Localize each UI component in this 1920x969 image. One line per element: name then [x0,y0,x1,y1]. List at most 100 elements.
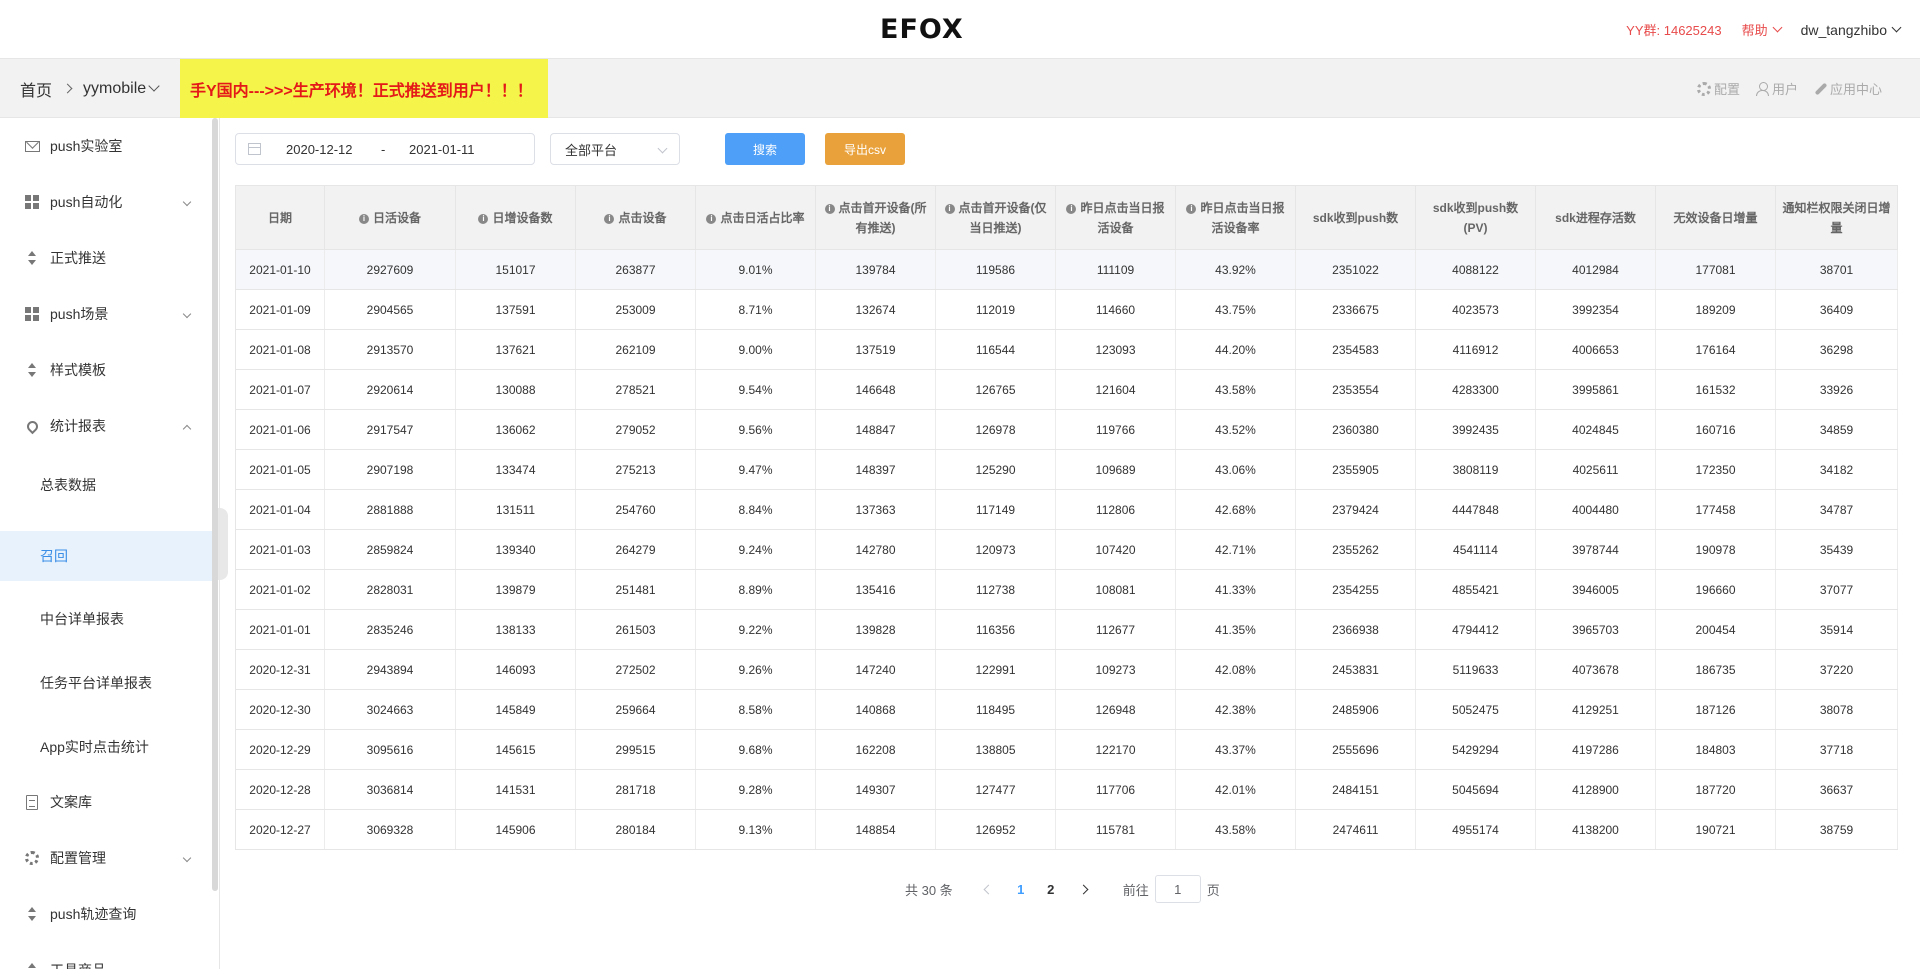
table-cell: 118495 [935,689,1056,730]
sidebar-item-push-automation[interactable]: push自动化 [0,174,212,230]
table-cell: 2021-01-07 [235,369,325,410]
table-row: 2021-01-05 2907198 133474 275213 9.47% 148397… [235,449,1898,490]
table-cell: 261503 [575,609,696,650]
table-cell: 9.28% [695,769,816,810]
sidebar-subitem-task-platform-report[interactable]: 任务平台详单报表 [0,658,212,708]
table-cell: 130088 [455,369,576,410]
column-header-label: sdk进程存活数 [1555,210,1636,225]
table-cell: 2021-01-09 [235,289,325,330]
date-separator: - [381,141,386,157]
table-cell: 3069328 [324,809,456,850]
pagination-total: 共 30 条 [905,882,953,898]
table-body: 2021-01-10 2927609 151017 263877 9.01% 139784… [235,249,1898,850]
table-cell: 8.84% [695,489,816,530]
table-cell: 147240 [815,649,936,690]
table-cell: 272502 [575,649,696,690]
sidebar-item-formal-push[interactable]: 正式推送 [0,230,212,286]
app-center-link[interactable]: 应用中心 [1814,79,1882,98]
chevron-down-icon [182,853,192,863]
table-cell: 36409 [1775,289,1898,330]
page-2-button[interactable]: 2 [1036,882,1066,897]
goto-page-input[interactable] [1154,875,1201,903]
sort-icon [24,962,40,969]
export-csv-button[interactable]: 导出csv [825,133,905,165]
grid-icon [24,194,40,210]
table-cell: 117149 [935,489,1056,530]
user-dropdown[interactable]: dw_tangzhibo [1801,22,1902,38]
table-cell: 2021-01-10 [235,249,325,290]
sidebar-subitem-middle-platform-report[interactable]: 中台详单报表 [0,594,212,644]
sidebar-item-tool-goods[interactable]: 工具商品 [0,942,212,969]
table-row: 2020-12-28 3036814 141531 281718 9.28% 149307… [235,769,1898,810]
column-header-label: 通知栏权限关闭日增量 [1782,200,1891,235]
sidebar-item-copy-library[interactable]: 文案库 [0,774,212,830]
table-cell: 116356 [935,609,1056,650]
user-link[interactable]: 用户 [1755,79,1798,98]
chevron-left-icon[interactable] [983,884,994,894]
table-cell: 9.26% [695,649,816,690]
sidebar-item-label: 文案库 [50,794,92,810]
sidebar-subitem-recall[interactable]: 召回 [0,531,212,581]
date-start-input[interactable]: 2020-12-12 [286,142,353,157]
platform-select[interactable]: 全部平台 [550,133,680,165]
info-icon[interactable]: i [358,213,369,224]
table-cell: 281718 [575,769,696,810]
table-cell: 2920614 [324,369,456,410]
date-range-picker[interactable]: 2020-12-12 - 2021-01-11 [235,133,535,165]
table-cell: 41.35% [1175,609,1296,650]
info-icon[interactable]: i [604,213,615,224]
breadcrumb-home[interactable]: 首页 [20,77,52,101]
table-cell: 2021-01-08 [235,329,325,370]
config-link[interactable]: 配置 [1696,79,1740,98]
column-header: i 点击首开设备(仅当日推送) [935,185,1056,250]
column-header: 日期 [235,185,325,250]
sidebar-item-push-scene[interactable]: push场景 [0,286,212,342]
table-cell: 116544 [935,329,1056,370]
column-header-label: 日期 [267,210,292,225]
help-dropdown[interactable]: 帮助 [1742,20,1783,39]
table-cell: 126978 [935,409,1056,450]
chevron-right-icon [62,83,73,94]
sidebar-item-config-management[interactable]: 配置管理 [0,830,212,886]
info-icon[interactable]: i [706,213,717,224]
info-icon[interactable]: i [944,203,955,214]
sidebar-scrollbar[interactable] [212,118,218,891]
table-cell: 145906 [455,809,576,850]
sidebar-item-label: 统计报表 [50,418,106,434]
table-cell: 9.22% [695,609,816,650]
date-end-input[interactable]: 2021-01-11 [409,142,475,157]
table-cell: 43.92% [1175,249,1296,290]
table-cell: 125290 [935,449,1056,490]
app-selector[interactable]: yymobile [83,80,160,98]
efox-logo[interactable]: EFOX [880,14,964,45]
table-cell: 2020-12-30 [235,689,325,730]
sidebar-subitem-summary[interactable]: 总表数据 [0,460,212,510]
sidebar-item-style-template[interactable]: 样式模板 [0,342,212,398]
column-header: i 日活设备 [324,185,456,250]
column-header-label: 昨日点击当日报活设备 [1080,200,1165,235]
sidebar-item-push-lab[interactable]: push实验室 [0,118,212,174]
info-icon[interactable]: i [478,213,489,224]
table-cell: 109273 [1055,649,1176,690]
table-cell: 111109 [1055,249,1176,290]
table-cell: 108081 [1055,569,1176,610]
table-cell: 4128900 [1535,769,1656,810]
info-icon[interactable]: i [1186,203,1197,214]
chevron-right-icon[interactable] [1078,884,1089,894]
table-cell: 43.58% [1175,809,1296,850]
table-cell: 137621 [455,329,576,370]
table-cell: 2904565 [324,289,456,330]
table-cell: 119766 [1055,409,1176,450]
table-cell: 131511 [455,489,576,530]
info-icon[interactable]: i [1066,203,1077,214]
sidebar-item-statistics[interactable]: 统计报表 [0,398,212,454]
search-button[interactable]: 搜索 [725,133,805,165]
yy-group-link[interactable]: YY群: 14625243 [1626,20,1721,39]
table-cell: 146093 [455,649,576,690]
sidebar-subitem-realtime-click[interactable]: App实时点击统计 [0,722,212,772]
info-icon[interactable]: i [824,203,835,214]
table-cell: 2021-01-05 [235,449,325,490]
column-header-label: sdk收到push数 [1312,210,1399,225]
sidebar-item-push-trace[interactable]: push轨迹查询 [0,886,212,942]
page-1-button[interactable]: 1 [1006,882,1036,897]
